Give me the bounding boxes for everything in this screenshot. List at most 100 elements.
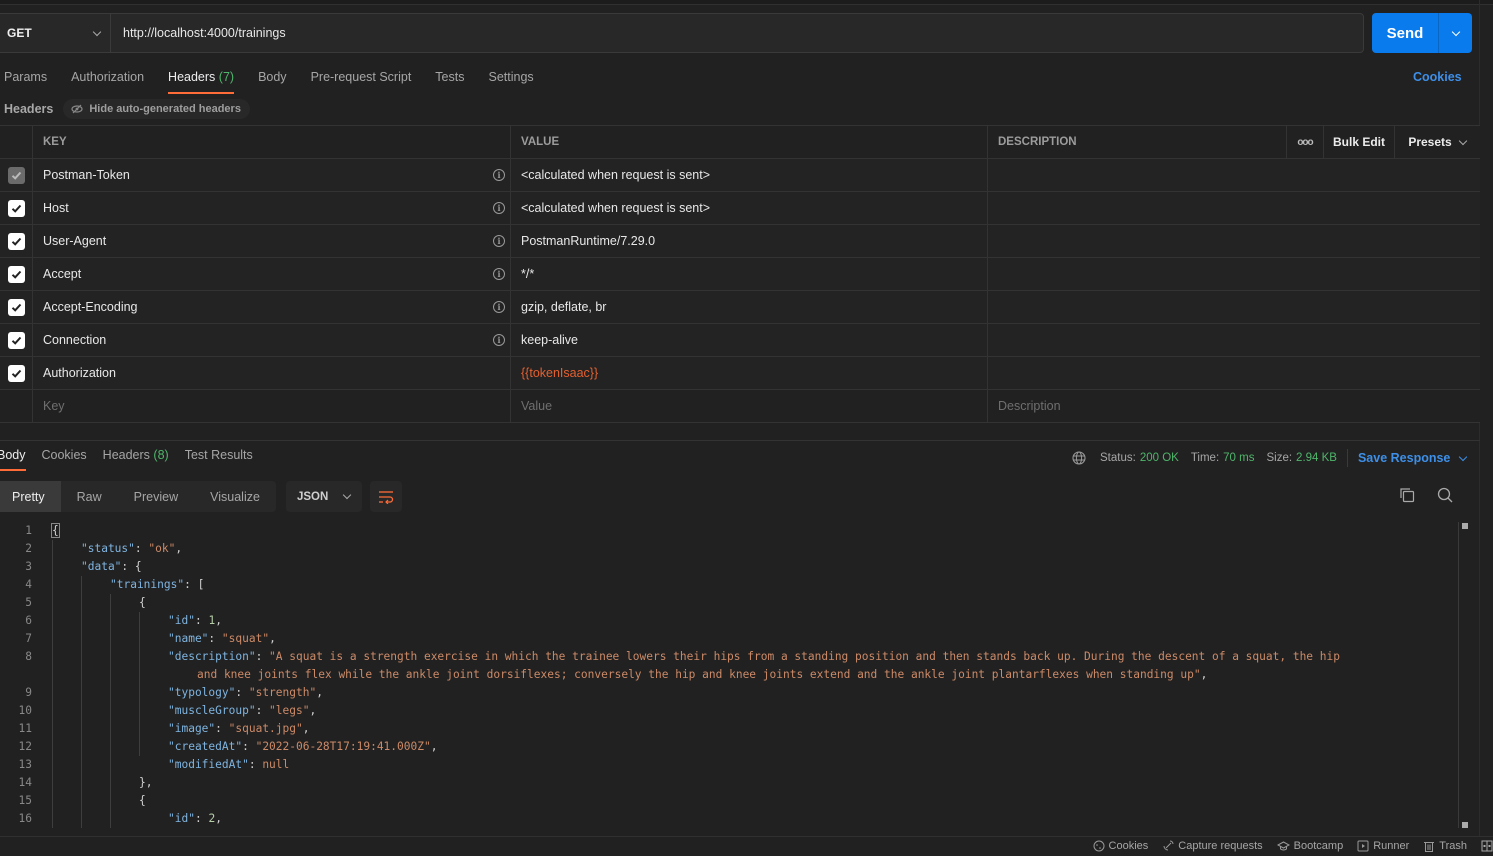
save-response-button[interactable]: Save Response xyxy=(1358,451,1468,465)
send-button[interactable]: Send xyxy=(1372,13,1439,53)
status-bar-bootcamp[interactable]: Bootcamp xyxy=(1276,840,1343,852)
tab-headers[interactable]: Headers (7) xyxy=(168,66,235,94)
code-token: , xyxy=(215,812,222,825)
header-key: Accept-Encoding xyxy=(43,300,138,314)
header-enabled-checkbox[interactable] xyxy=(7,199,25,217)
status-bar-capture-requests[interactable]: Capture requests xyxy=(1162,840,1263,852)
wrap-lines-button[interactable] xyxy=(369,481,402,512)
header-key-cell[interactable]: Connection i xyxy=(33,324,511,356)
view-preview[interactable]: Preview xyxy=(118,481,194,512)
bulk-edit-button[interactable]: Bulk Edit xyxy=(1324,126,1395,158)
send-options-button[interactable] xyxy=(1439,13,1472,53)
code-token: "ok" xyxy=(148,542,176,555)
status-bar-cookies[interactable]: Cookies xyxy=(1093,840,1148,852)
header-key-cell[interactable]: Authorization xyxy=(33,357,511,389)
hide-auto-headers-toggle[interactable]: Hide auto-generated headers xyxy=(63,99,250,119)
copy-icon[interactable] xyxy=(1399,487,1415,503)
response-tab-body[interactable]: Body xyxy=(0,448,26,471)
header-enabled-checkbox[interactable] xyxy=(7,166,25,184)
code-line: 12 "createdAt": "2022-06-28T17:19:41.000Z… xyxy=(0,738,1460,756)
code-token: : { xyxy=(121,560,142,573)
code-text: }, xyxy=(32,774,152,792)
code-line: 6 "id": 1, xyxy=(0,612,1460,630)
header-enabled-checkbox[interactable] xyxy=(7,265,25,283)
url-input[interactable] xyxy=(111,26,1363,40)
header-value-cell[interactable]: <calculated when request is sent> xyxy=(511,192,988,224)
info-icon[interactable]: i xyxy=(493,268,505,280)
header-key-cell[interactable]: Postman-Token i xyxy=(33,159,511,191)
request-url-bar: GET xyxy=(0,13,1364,53)
code-line: and knee joints flex while the ankle joi… xyxy=(0,666,1460,684)
view-raw[interactable]: Raw xyxy=(61,481,118,512)
status-bar-runner[interactable]: Runner xyxy=(1357,840,1409,852)
code-line: 2 "status": "ok", xyxy=(0,540,1460,558)
header-description-cell[interactable] xyxy=(988,258,1480,290)
header-key-cell[interactable]: User-Agent i xyxy=(33,225,511,257)
presets-button[interactable]: Presets xyxy=(1395,126,1479,158)
two-pane-view-icon[interactable] xyxy=(1481,840,1493,852)
header-value-cell[interactable]: PostmanRuntime/7.29.0 xyxy=(511,225,988,257)
checkbox-cell xyxy=(0,291,33,323)
header-enabled-checkbox[interactable] xyxy=(7,331,25,349)
code-text: "data": { xyxy=(32,558,142,576)
info-icon[interactable]: i xyxy=(493,202,505,214)
header-checkbox-col xyxy=(0,126,33,158)
new-key-input[interactable]: Key xyxy=(33,390,511,422)
tab-settings[interactable]: Settings xyxy=(488,66,533,92)
header-description-cell[interactable] xyxy=(988,159,1480,191)
more-options-button[interactable]: ooo xyxy=(1287,126,1324,158)
info-icon[interactable]: i xyxy=(493,334,505,346)
globe-icon[interactable] xyxy=(1072,451,1086,465)
header-value-cell[interactable]: keep-alive xyxy=(511,324,988,356)
header-key-cell[interactable]: Host i xyxy=(33,192,511,224)
code-token: "description" xyxy=(168,650,256,663)
header-description-cell[interactable] xyxy=(988,291,1480,323)
tab-label: Pre-request Script xyxy=(310,70,412,84)
new-value-input[interactable]: Value xyxy=(511,390,988,422)
header-enabled-checkbox[interactable] xyxy=(7,298,25,316)
header-enabled-checkbox[interactable] xyxy=(7,364,25,382)
response-view-bar: Pretty Raw Preview Visualize JSON xyxy=(0,481,402,512)
header-value-cell[interactable]: {{tokenIsaac}} xyxy=(511,357,988,389)
info-icon[interactable]: i xyxy=(493,301,505,313)
checkbox-cell xyxy=(0,159,33,191)
status-bar-trash[interactable]: Trash xyxy=(1423,840,1467,852)
search-icon[interactable] xyxy=(1437,487,1453,503)
editor-scrollbar[interactable] xyxy=(1458,522,1459,828)
header-enabled-checkbox[interactable] xyxy=(7,232,25,250)
header-row: User-Agent i PostmanRuntime/7.29.0 xyxy=(0,225,1480,258)
tab-params[interactable]: Params xyxy=(4,66,47,92)
header-description-cell[interactable] xyxy=(988,192,1480,224)
response-tab-headers[interactable]: Headers (8) xyxy=(103,448,169,468)
line-number: 15 xyxy=(18,794,32,807)
tab-pre-request-script[interactable]: Pre-request Script xyxy=(311,66,412,92)
header-key: Authorization xyxy=(43,366,116,380)
code-text: "trainings": [ xyxy=(32,576,204,594)
status-bar-label: Capture requests xyxy=(1178,840,1263,852)
header-description-cell[interactable] xyxy=(988,357,1480,389)
checkbox-cell xyxy=(0,357,33,389)
response-body-editor[interactable]: 1{2 "status": "ok", 3 "data": {4 "trainings"… xyxy=(0,522,1460,834)
header-description-cell[interactable] xyxy=(988,324,1480,356)
tab-body[interactable]: Body xyxy=(258,66,287,92)
view-visualize[interactable]: Visualize xyxy=(194,481,276,512)
header-value-cell[interactable]: */* xyxy=(511,258,988,290)
format-select[interactable]: JSON xyxy=(285,481,362,512)
new-description-input[interactable]: Description xyxy=(988,390,1480,422)
response-tab-cookies[interactable]: Cookies xyxy=(42,448,87,468)
method-select[interactable]: GET xyxy=(0,14,111,52)
cookies-link[interactable]: Cookies xyxy=(1413,70,1462,84)
header-value-cell[interactable]: <calculated when request is sent> xyxy=(511,159,988,191)
header-key-cell[interactable]: Accept i xyxy=(33,258,511,290)
response-tab-test-results[interactable]: Test Results xyxy=(185,448,253,468)
header-value-cell[interactable]: gzip, deflate, br xyxy=(511,291,988,323)
code-text: "name": "squat", xyxy=(32,630,276,648)
view-pretty[interactable]: Pretty xyxy=(0,481,61,512)
header-description-cell[interactable] xyxy=(988,225,1480,257)
tab-authorization[interactable]: Authorization xyxy=(71,66,144,92)
tab-tests[interactable]: Tests xyxy=(435,66,464,92)
info-icon[interactable]: i xyxy=(493,169,505,181)
header-key-cell[interactable]: Accept-Encoding i xyxy=(33,291,511,323)
checkbox-cell xyxy=(0,225,33,257)
info-icon[interactable]: i xyxy=(493,235,505,247)
